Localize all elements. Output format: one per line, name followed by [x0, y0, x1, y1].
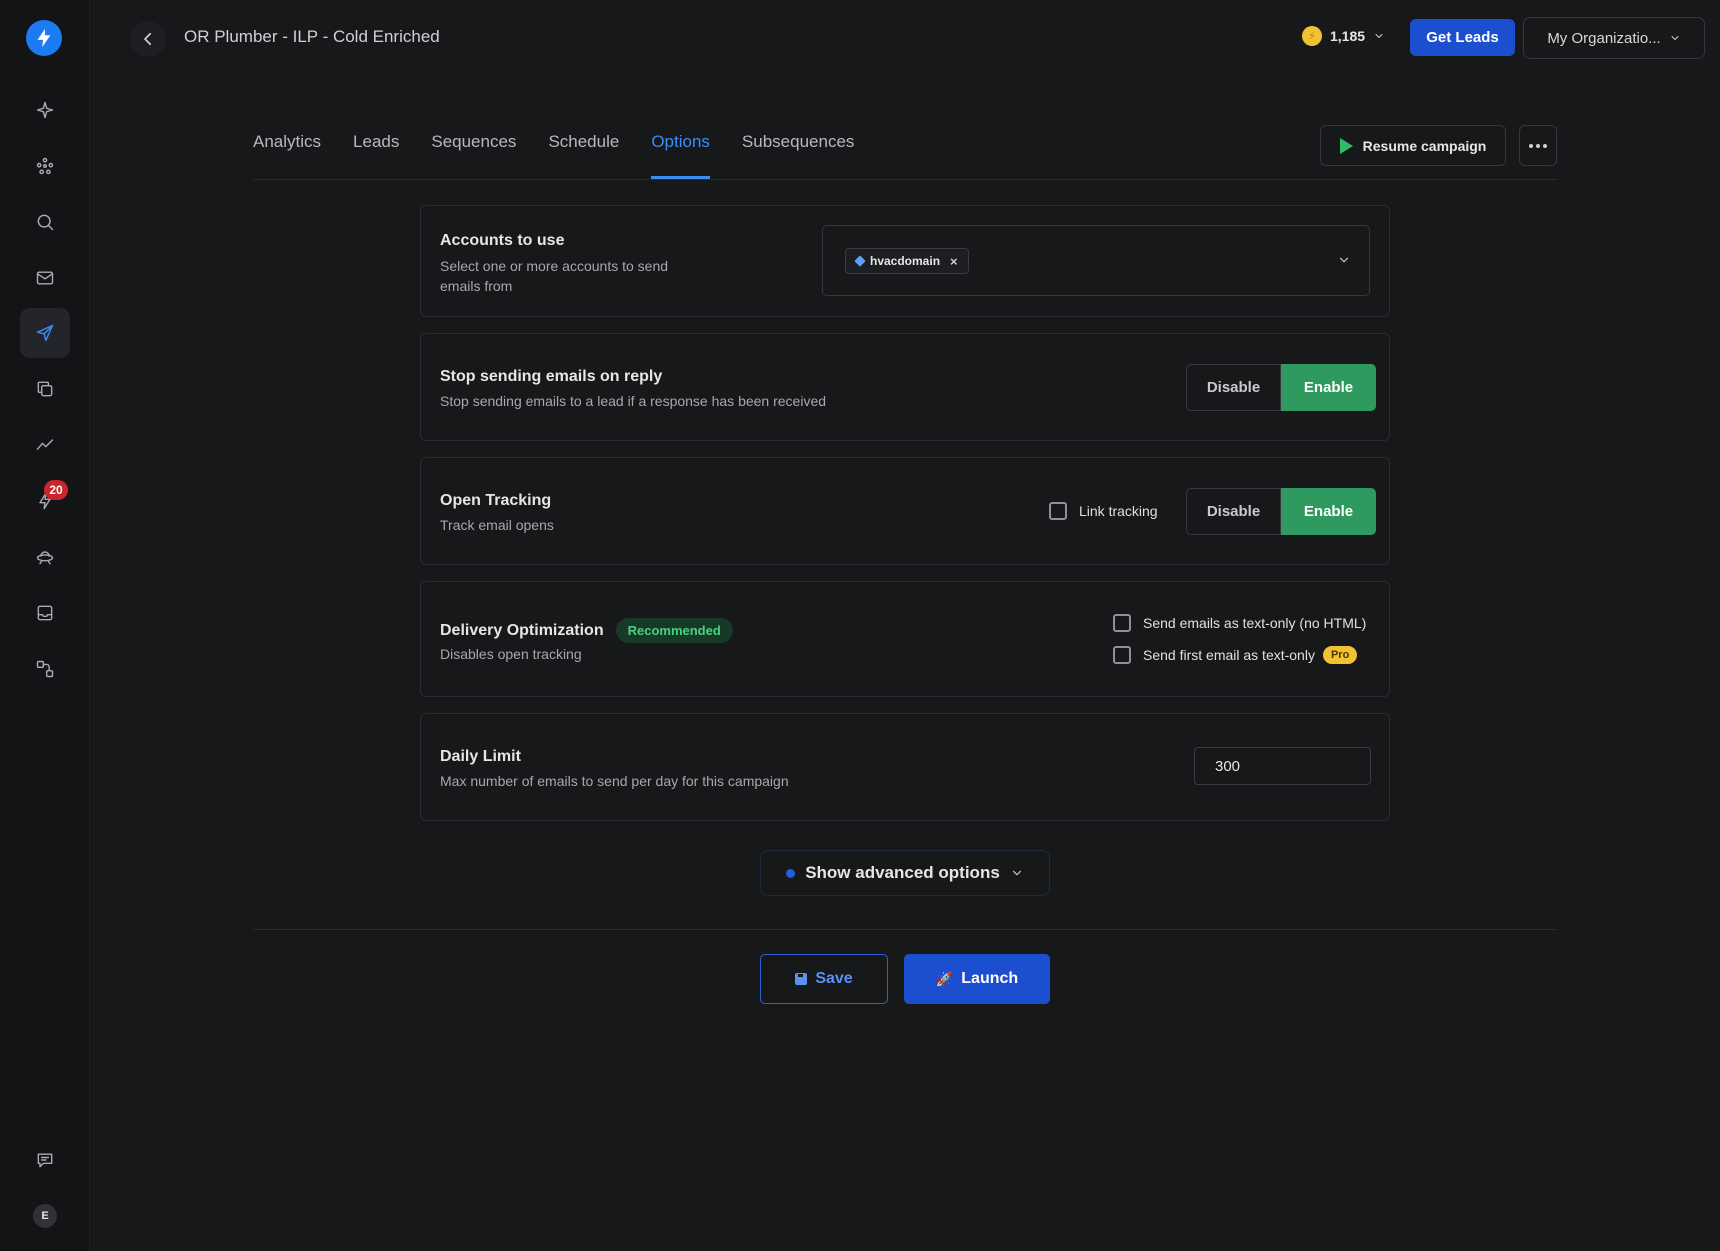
text-only-row[interactable]: Send emails as text-only (no HTML): [1113, 614, 1366, 632]
search-icon[interactable]: [20, 197, 70, 247]
daily-limit-card: Daily Limit Max number of emails to send…: [420, 713, 1390, 821]
stop-on-reply-description: Stop sending emails to a lead if a respo…: [440, 393, 827, 409]
stop-on-reply-card: Stop sending emails on reply Stop sendin…: [420, 333, 1390, 441]
stop-on-reply-toggle: Disable Enable: [1186, 364, 1376, 411]
indicator-dot: [786, 868, 796, 878]
integrations-icon[interactable]: [20, 644, 70, 694]
campaign-tabs: Analytics Leads Sequences Schedule Optio…: [253, 132, 886, 179]
back-button[interactable]: [130, 21, 166, 57]
inbox-icon[interactable]: [20, 588, 70, 638]
tab-sequences[interactable]: Sequences: [431, 132, 516, 179]
save-button[interactable]: Save: [760, 954, 888, 1004]
first-text-only-checkbox[interactable]: [1113, 646, 1131, 664]
credits-dropdown[interactable]: ⚡ 1,185: [1302, 26, 1385, 46]
copy-icon[interactable]: [20, 364, 70, 414]
open-tracking-title: Open Tracking: [440, 492, 552, 509]
play-icon: [1339, 137, 1353, 154]
delivery-optimization-card: Delivery Optimization Recommended Disabl…: [420, 581, 1390, 697]
mail-icon[interactable]: [20, 253, 70, 303]
save-label: Save: [815, 970, 853, 987]
show-advanced-options-button[interactable]: Show advanced options: [760, 850, 1050, 896]
accounts-select[interactable]: hvacdomain ×: [822, 225, 1370, 296]
save-icon: [795, 973, 808, 985]
more-options-button[interactable]: [1519, 125, 1557, 166]
tab-schedule[interactable]: Schedule: [548, 132, 619, 179]
chevron-down-icon: [1671, 36, 1679, 40]
stop-on-reply-enable-button[interactable]: Enable: [1281, 364, 1376, 411]
tab-analytics[interactable]: Analytics: [253, 132, 321, 179]
chevron-left-icon: [144, 32, 152, 46]
notifications-badge: 20: [44, 480, 68, 500]
accounts-description: Select one or more accounts to send emai…: [440, 258, 669, 294]
bolt-icon[interactable]: 20: [20, 476, 70, 526]
daily-limit-title: Daily Limit: [440, 748, 521, 765]
organization-label: My Organizatio...: [1547, 29, 1661, 47]
launch-button[interactable]: 🚀 Launch: [904, 954, 1050, 1004]
open-tracking-toggle: Disable Enable: [1186, 488, 1376, 535]
chevron-down-icon: [1339, 257, 1349, 263]
accounts-title: Accounts to use: [440, 232, 565, 249]
sparkle-icon[interactable]: [20, 85, 70, 135]
logo-bolt-icon[interactable]: [26, 20, 62, 56]
recommended-badge: Recommended: [615, 618, 733, 643]
coin-icon: ⚡: [1302, 26, 1322, 46]
first-text-only-row[interactable]: Send first email as text-only Pro: [1113, 646, 1358, 664]
resume-campaign-label: Resume campaign: [1362, 137, 1487, 154]
open-tracking-disable-button[interactable]: Disable: [1186, 488, 1281, 535]
account-chip: hvacdomain ×: [845, 248, 969, 274]
ufo-icon[interactable]: [20, 532, 70, 582]
sidebar: 20 E: [0, 0, 90, 1251]
text-only-label: Send emails as text-only (no HTML): [1143, 615, 1367, 631]
stop-on-reply-disable-button[interactable]: Disable: [1186, 364, 1281, 411]
delivery-title-row: Delivery Optimization Recommended: [440, 618, 733, 643]
tab-leads[interactable]: Leads: [353, 132, 399, 179]
get-leads-button[interactable]: Get Leads: [1410, 19, 1515, 56]
account-chip-label: hvacdomain: [870, 254, 941, 268]
analytics-icon[interactable]: [20, 420, 70, 470]
organization-dropdown[interactable]: My Organizatio...: [1523, 17, 1705, 59]
link-tracking-checkbox[interactable]: [1049, 502, 1067, 520]
remove-account-icon[interactable]: ×: [950, 254, 958, 269]
show-advanced-options-label: Show advanced options: [805, 863, 1000, 882]
avatar[interactable]: E: [33, 1204, 57, 1228]
page-title: OR Plumber - ILP - Cold Enriched: [184, 27, 440, 46]
open-tracking-card: Open Tracking Track email opens Link tra…: [420, 457, 1390, 565]
accounts-card: Accounts to use Select one or more accou…: [420, 205, 1390, 317]
open-tracking-enable-button[interactable]: Enable: [1281, 488, 1376, 535]
resume-campaign-button[interactable]: Resume campaign: [1320, 125, 1506, 166]
credits-count: 1,185: [1330, 28, 1366, 44]
daily-limit-input[interactable]: [1194, 747, 1371, 785]
open-tracking-description: Track email opens: [440, 517, 554, 533]
feedback-icon[interactable]: [20, 1135, 70, 1185]
link-tracking-label: Link tracking: [1079, 503, 1158, 519]
tag-icon: [854, 255, 866, 267]
chevron-down-icon: [1012, 870, 1021, 876]
daily-limit-description: Max number of emails to send per day for…: [440, 773, 789, 789]
launch-label: Launch: [961, 970, 1019, 987]
tab-options[interactable]: Options: [651, 132, 710, 179]
tab-subsequences[interactable]: Subsequences: [742, 132, 854, 179]
send-icon[interactable]: [20, 308, 70, 358]
chevron-down-icon: [1375, 34, 1383, 38]
first-text-only-label: Send first email as text-only: [1143, 647, 1315, 663]
delivery-description: Disables open tracking: [440, 646, 582, 662]
footer-divider: [253, 929, 1557, 930]
tabs-divider: [253, 179, 1557, 180]
text-only-checkbox[interactable]: [1113, 614, 1131, 632]
stop-on-reply-title: Stop sending emails on reply: [440, 368, 663, 385]
link-tracking-row[interactable]: Link tracking: [1049, 502, 1158, 520]
rocket-icon: 🚀: [935, 970, 954, 987]
pro-badge: Pro: [1322, 646, 1358, 664]
network-icon[interactable]: [20, 141, 70, 191]
more-icon: [1529, 143, 1533, 148]
delivery-title: Delivery Optimization: [440, 621, 604, 639]
